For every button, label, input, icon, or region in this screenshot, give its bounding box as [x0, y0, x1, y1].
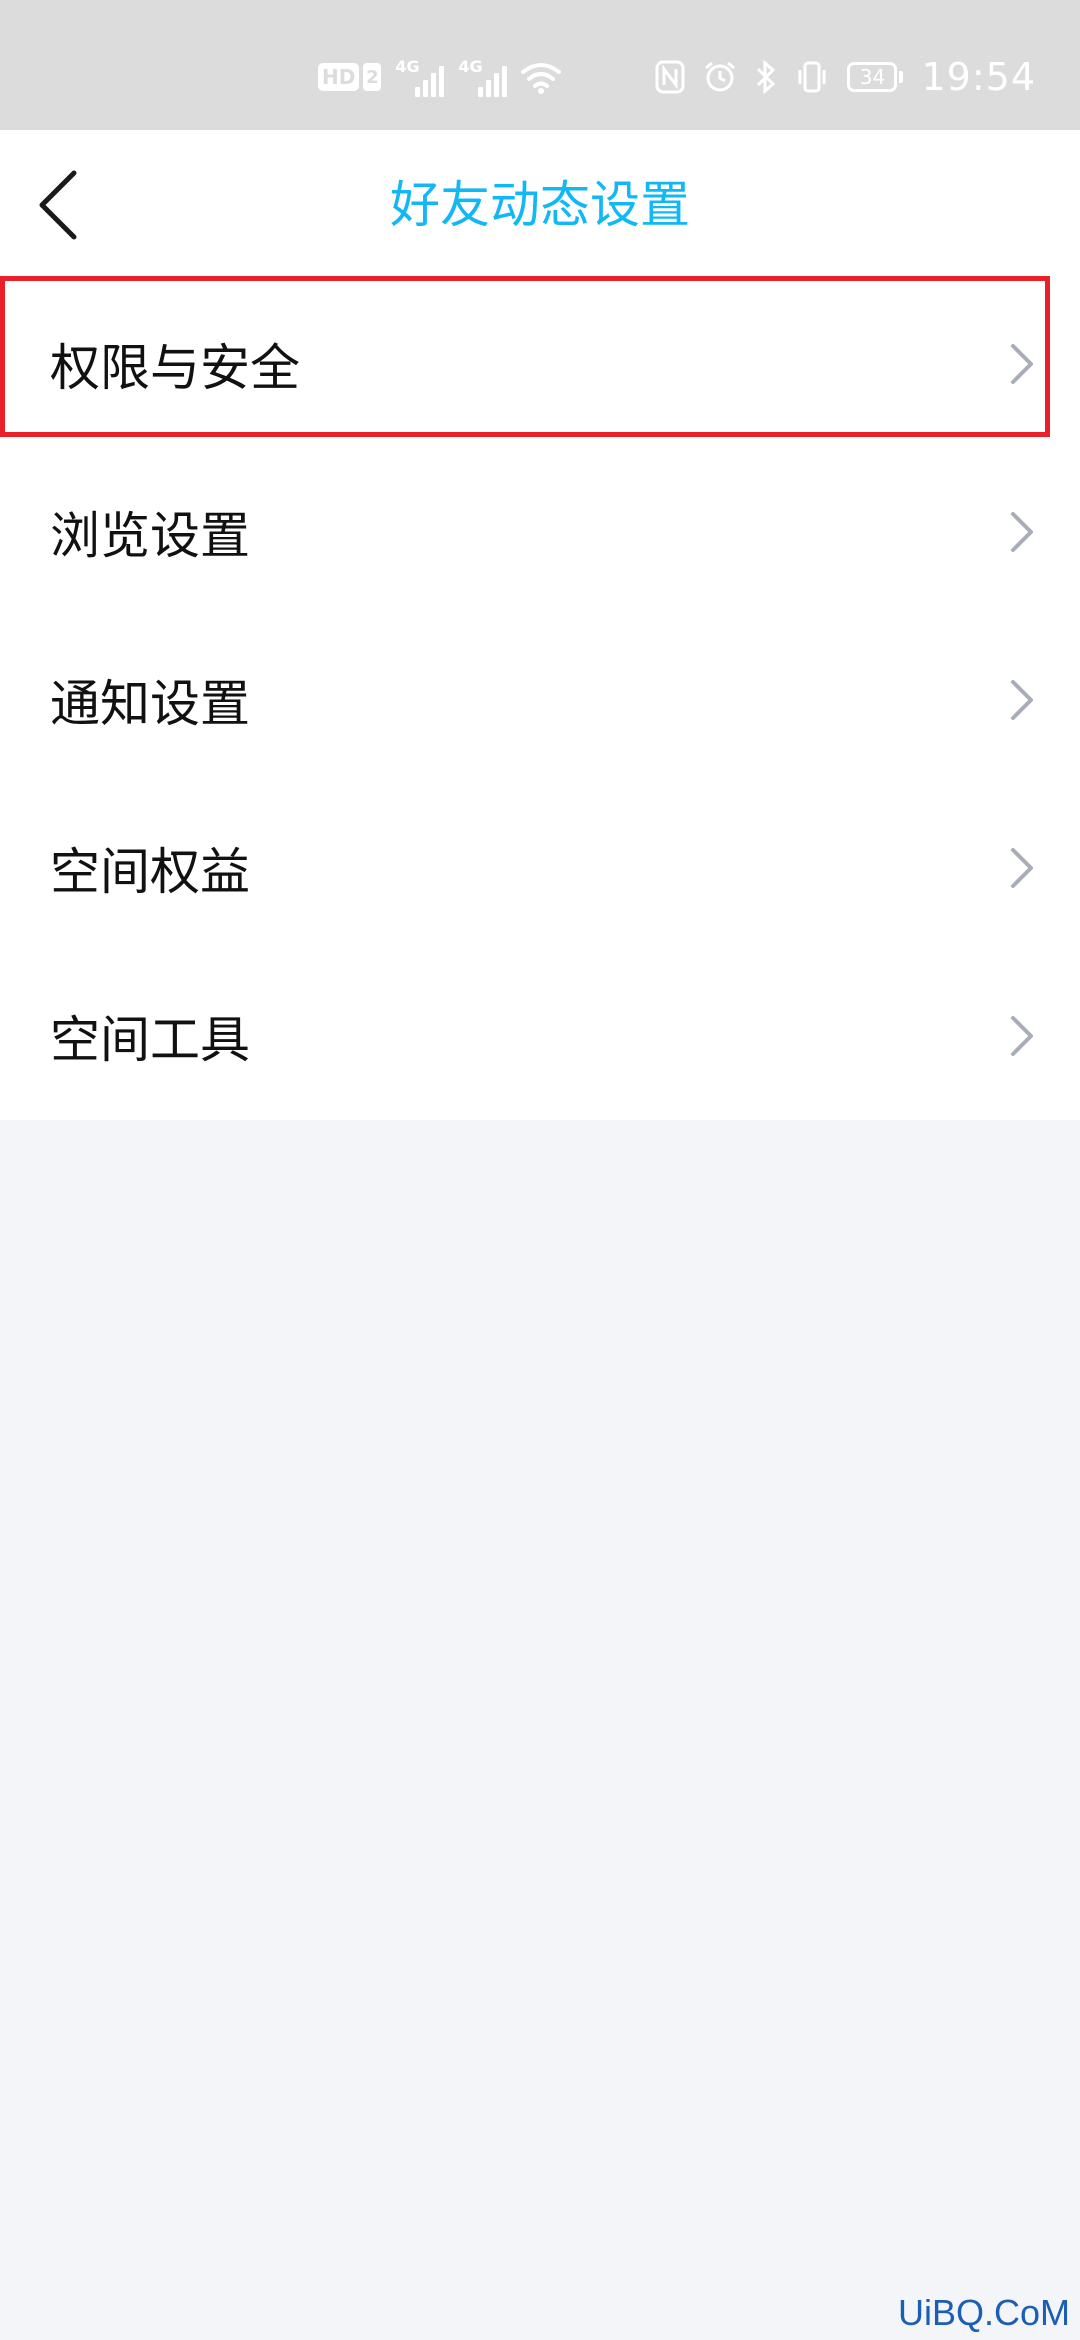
status-time: 19:54: [921, 55, 1036, 99]
nfc-icon: [655, 60, 685, 94]
hd-icon: HD 2: [318, 63, 382, 91]
menu-item-space-tools[interactable]: 空间工具: [0, 952, 1080, 1120]
status-left-group: HD 2 4G 4G: [318, 55, 562, 99]
page-title: 好友动态设置: [390, 176, 690, 234]
vibrate-icon: [798, 61, 826, 93]
chevron-right-icon: [1011, 512, 1033, 552]
menu-item-label: 空间权益: [50, 843, 250, 901]
wifi-icon: [521, 63, 562, 94]
bluetooth-icon: [757, 60, 776, 94]
settings-menu: 权限与安全 浏览设置 通知设置 空间权益 空间工具: [0, 280, 1080, 1120]
sim-label: 2: [363, 63, 382, 91]
menu-item-label: 浏览设置: [50, 507, 250, 565]
menu-item-browse-settings[interactable]: 浏览设置: [0, 448, 1080, 616]
menu-item-permissions-security[interactable]: 权限与安全: [0, 280, 1080, 448]
signal-icon: 4G: [395, 57, 445, 97]
menu-item-label: 通知设置: [50, 675, 250, 733]
hd-label: HD: [318, 63, 360, 91]
chevron-right-icon: [1011, 848, 1033, 888]
header: 好友动态设置: [0, 130, 1080, 280]
chevron-right-icon: [1011, 344, 1033, 384]
battery-icon: 34: [847, 62, 904, 92]
menu-item-label: 权限与安全: [50, 339, 300, 397]
chevron-right-icon: [1011, 680, 1033, 720]
chevron-right-icon: [1011, 1016, 1033, 1056]
signal-icon: 4G: [458, 57, 508, 97]
watermark: UiBQ.CoM: [897, 2292, 1070, 2333]
status-right-group: 34 19:54: [655, 52, 1036, 102]
menu-item-space-benefits[interactable]: 空间权益: [0, 784, 1080, 952]
menu-item-label: 空间工具: [50, 1011, 250, 1069]
network-type-label: 4G: [458, 57, 483, 76]
status-bar: HD 2 4G 4G 34 19:54: [0, 0, 1080, 130]
alarm-icon: [705, 61, 736, 92]
battery-level: 34: [847, 62, 898, 92]
network-type-label: 4G: [395, 57, 420, 76]
menu-item-notification-settings[interactable]: 通知设置: [0, 616, 1080, 784]
